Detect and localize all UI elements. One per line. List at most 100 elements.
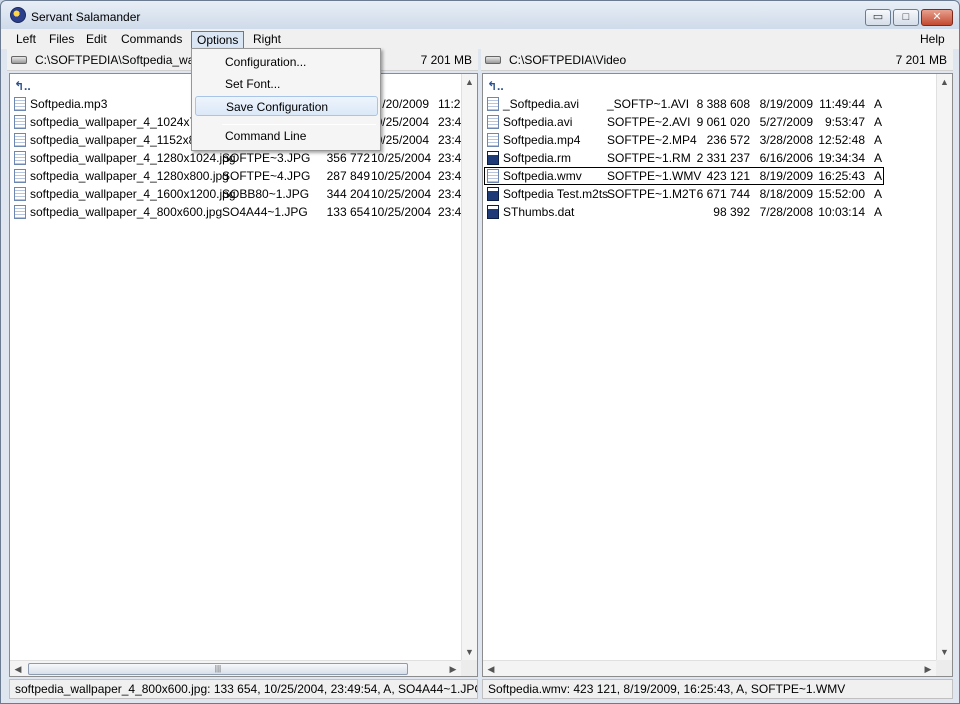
updir-row[interactable]: ↰.. xyxy=(483,77,936,95)
scroll-right-arrow-icon[interactable]: ▶ xyxy=(445,661,461,677)
menu-edit[interactable]: Edit xyxy=(81,31,112,49)
file-name: Softpedia Test.m2ts xyxy=(503,187,609,201)
file-row[interactable]: Softpedia.avi SOFTPE~2.AVI 9 061 020 5/2… xyxy=(483,113,936,131)
file-dos-name: SOFTPE~2.AVI xyxy=(607,115,691,129)
menu-item-save-configuration[interactable]: Save Configuration xyxy=(195,96,378,116)
scroll-up-arrow-icon[interactable]: ▲ xyxy=(462,74,477,90)
file-time: 23:4 xyxy=(438,115,462,129)
file-date: 10/25/2004 xyxy=(371,205,432,219)
file-size: 287 849 xyxy=(326,169,370,183)
file-time: 12:52:48 xyxy=(818,133,865,147)
file-date: 10/25/2004 xyxy=(371,151,432,165)
drive-icon[interactable] xyxy=(485,56,501,64)
maximize-button[interactable]: □ xyxy=(893,9,919,26)
file-row[interactable]: Softpedia.mp4 SOFTPE~2.MP4 236 572 3/28/… xyxy=(483,131,936,149)
file-row[interactable]: SThumbs.dat 98 392 7/28/2008 10:03:14 A xyxy=(483,203,936,221)
file-name: softpedia_wallpaper_4_1280x1024.jpg xyxy=(30,151,236,165)
file-name: softpedia_wallpaper_4_1600x1200.jpg xyxy=(30,187,236,201)
file-size: 344 204 xyxy=(326,187,370,201)
file-size: 8 388 608 xyxy=(696,97,750,111)
salamander-app-icon[interactable] xyxy=(10,7,26,23)
left-vertical-scrollbar[interactable]: ▲ ▼ xyxy=(461,74,477,660)
file-attr: A xyxy=(874,115,883,129)
file-dos-name: SO4A44~1.JPG xyxy=(222,205,308,219)
menu-help[interactable]: Help xyxy=(915,31,950,49)
menu-files[interactable]: Files xyxy=(44,31,79,49)
file-row-selected[interactable]: Softpedia.wmv SOFTPE~1.WMV 423 121 8/19/… xyxy=(483,167,936,185)
file-date: 8/19/2009 xyxy=(759,169,813,183)
file-row[interactable]: softpedia_wallpaper_4_1600x1200.jpg SOBB… xyxy=(10,185,461,203)
file-name: Softpedia.rm xyxy=(503,151,572,165)
document-icon xyxy=(14,205,26,219)
right-status-bar: Softpedia.wmv: 423 121, 8/19/2009, 16:25… xyxy=(482,679,953,699)
file-time: 15:52:00 xyxy=(818,187,865,201)
minimize-button[interactable]: ▭ xyxy=(865,9,891,26)
file-name: _Softpedia.avi xyxy=(503,97,580,111)
menu-separator xyxy=(222,124,376,125)
file-time: 23:4 xyxy=(438,151,462,165)
left-horizontal-scrollbar[interactable]: ◀ ||| ▶ xyxy=(10,660,461,676)
document-icon xyxy=(487,115,499,129)
right-file-panel[interactable]: ↰.. _Softpedia.avi _SOFTP~1.AVI 8 388 60… xyxy=(482,73,953,677)
scroll-down-arrow-icon[interactable]: ▼ xyxy=(937,644,952,660)
media-file-icon xyxy=(487,205,499,219)
menu-item-set-font[interactable]: Set Font... xyxy=(195,74,378,94)
file-dos-name: SOBB80~1.JPG xyxy=(222,187,310,201)
file-name: Softpedia.mp4 xyxy=(503,133,581,147)
left-file-panel[interactable]: ↰.. Softpedia.mp3 /20/2009 11:2 softpedi… xyxy=(9,73,478,677)
file-date: 7/28/2008 xyxy=(759,205,813,219)
file-size: 6 671 744 xyxy=(696,187,750,201)
document-icon xyxy=(14,151,26,165)
file-dos-name: SOFTPE~4.JPG xyxy=(222,169,311,183)
document-icon xyxy=(487,97,499,111)
file-row[interactable]: _Softpedia.avi _SOFTP~1.AVI 8 388 608 8/… xyxy=(483,95,936,113)
file-name: softpedia_wallpaper_4_800x600.jpg xyxy=(30,205,223,219)
left-path: C:\SOFTPEDIA\Softpedia_wallp xyxy=(35,53,207,67)
file-time: 11:49:44 xyxy=(819,97,865,111)
menu-commands[interactable]: Commands xyxy=(116,31,187,49)
scroll-left-arrow-icon[interactable]: ◀ xyxy=(483,661,499,677)
document-icon xyxy=(14,97,26,111)
file-date: 8/18/2009 xyxy=(759,187,813,201)
menu-item-command-line[interactable]: Command Line xyxy=(195,126,378,146)
scroll-thumb[interactable]: ||| xyxy=(28,663,408,675)
file-name: softpedia_wallpaper_4_1024x768 xyxy=(30,115,210,129)
file-name: softpedia_wallpaper_4_1152x864 xyxy=(30,133,209,147)
file-time: 10:03:14 xyxy=(818,205,865,219)
menu-options[interactable]: Options xyxy=(191,31,245,49)
window-title: Servant Salamander xyxy=(31,10,141,24)
right-vertical-scrollbar[interactable]: ▲ ▼ xyxy=(936,74,952,660)
menu-left[interactable]: Left xyxy=(11,31,41,49)
title-bar[interactable]: Servant Salamander ▭ □ ✕ xyxy=(1,1,959,29)
file-row[interactable]: Softpedia.rm SOFTPE~1.RM 2 331 237 6/16/… xyxy=(483,149,936,167)
scroll-right-arrow-icon[interactable]: ▶ xyxy=(920,661,936,677)
scroll-up-arrow-icon[interactable]: ▲ xyxy=(937,74,952,90)
file-attr: A xyxy=(874,187,883,201)
right-free-space: 7 201 MB xyxy=(895,53,947,67)
scroll-left-arrow-icon[interactable]: ◀ xyxy=(10,661,26,677)
left-status-bar: softpedia_wallpaper_4_800x600.jpg: 133 6… xyxy=(9,679,478,699)
file-name: Softpedia.wmv xyxy=(503,169,582,183)
right-horizontal-scrollbar[interactable]: ◀ ▶ xyxy=(483,660,936,676)
right-path-bar[interactable]: C:\SOFTPEDIA\Video 7 201 MB xyxy=(481,49,953,71)
file-time: 16:25:43 xyxy=(818,169,865,183)
media-file-icon xyxy=(487,151,499,165)
file-row[interactable]: softpedia_wallpaper_4_800x600.jpg SO4A44… xyxy=(10,203,461,221)
file-row[interactable]: Softpedia Test.m2ts SOFTPE~1.M2T 6 671 7… xyxy=(483,185,936,203)
file-dos-name: _SOFTP~1.AVI xyxy=(607,97,690,111)
file-attr: A xyxy=(874,205,883,219)
close-button[interactable]: ✕ xyxy=(921,9,953,26)
scroll-corner xyxy=(461,660,477,676)
menu-right[interactable]: Right xyxy=(248,31,286,49)
menu-item-configuration[interactable]: Configuration... xyxy=(195,52,378,72)
file-name: softpedia_wallpaper_4_1280x800.jpg xyxy=(30,169,229,183)
file-size: 98 392 xyxy=(713,205,750,219)
document-icon xyxy=(487,169,499,183)
file-attr: A xyxy=(874,97,883,111)
file-date: 6/16/2006 xyxy=(759,151,813,165)
scroll-down-arrow-icon[interactable]: ▼ xyxy=(462,644,477,660)
file-time: 23:4 xyxy=(438,133,462,147)
file-row[interactable]: softpedia_wallpaper_4_1280x800.jpg SOFTP… xyxy=(10,167,461,185)
file-row[interactable]: softpedia_wallpaper_4_1280x1024.jpg SOFT… xyxy=(10,149,461,167)
drive-icon[interactable] xyxy=(11,56,27,64)
